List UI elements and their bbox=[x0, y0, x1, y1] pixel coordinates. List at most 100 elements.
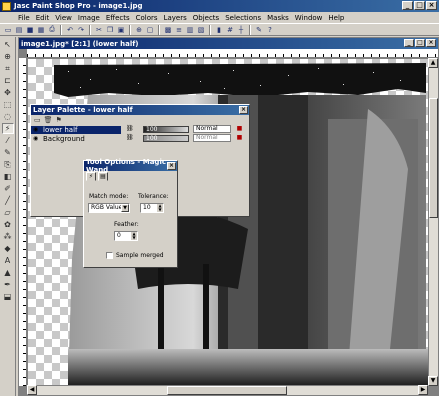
preset-shapes-tool-icon[interactable]: ▲ bbox=[2, 267, 14, 278]
zoom-tool-icon[interactable]: ⊕ bbox=[2, 51, 14, 62]
menu-window[interactable]: Window bbox=[295, 14, 323, 22]
eraser-tool-icon[interactable]: ▱ bbox=[2, 207, 14, 218]
horizontal-scroll-thumb[interactable] bbox=[167, 386, 287, 395]
draw-tool-icon[interactable]: ✒ bbox=[2, 279, 14, 290]
doc-minimize-button[interactable]: _ bbox=[404, 39, 414, 47]
spin-arrows-icon[interactable]: ▲ ▼ bbox=[131, 232, 137, 240]
dropper-tool-icon[interactable]: ⁄ bbox=[2, 135, 14, 146]
blend-mode-select[interactable]: Normal bbox=[193, 125, 231, 133]
clone-tool-icon[interactable]: ⎘ bbox=[2, 159, 14, 170]
close-button[interactable]: × bbox=[426, 1, 437, 10]
scroll-right-icon[interactable]: ▶ bbox=[418, 385, 428, 395]
scroll-down-icon[interactable]: ▼ bbox=[428, 376, 438, 386]
minimize-button[interactable]: _ bbox=[402, 1, 413, 10]
tab-tool-icon[interactable]: ⚡ bbox=[86, 172, 96, 181]
arrow-tool-icon[interactable]: ↖ bbox=[2, 39, 14, 50]
layer-row[interactable]: ◉ lower half ⛓ 100 Normal ■ bbox=[31, 125, 249, 134]
layer-properties-icon[interactable]: ⚑ bbox=[56, 116, 62, 124]
menu-image[interactable]: Image bbox=[78, 14, 100, 22]
doc-close-button[interactable]: × bbox=[426, 39, 436, 47]
flood-fill-tool-icon[interactable]: ◆ bbox=[2, 243, 14, 254]
visibility-icon[interactable]: ◉ bbox=[33, 126, 38, 133]
copy-icon[interactable]: ❐ bbox=[105, 25, 115, 35]
horizontal-scrollbar[interactable]: ◀ ▶ bbox=[27, 385, 428, 395]
blend-mode-select[interactable]: Normal bbox=[193, 134, 231, 142]
overview-icon[interactable]: ▥ bbox=[185, 25, 195, 35]
grid-icon[interactable]: # bbox=[225, 25, 235, 35]
scratch-remover-tool-icon[interactable]: ╱ bbox=[2, 195, 14, 206]
new-layer-icon[interactable]: ▭ bbox=[34, 116, 41, 124]
opacity-slider[interactable]: 100 bbox=[143, 126, 189, 133]
lock-icon[interactable]: ■ bbox=[235, 134, 244, 142]
help-icon[interactable]: ? bbox=[265, 25, 275, 35]
new-icon[interactable]: ▭ bbox=[3, 25, 13, 35]
layer-palette-titlebar[interactable]: Layer Palette - lower half × bbox=[31, 105, 249, 115]
print-icon[interactable]: ⎙ bbox=[47, 25, 57, 35]
object-selector-tool-icon[interactable]: ⬓ bbox=[2, 291, 14, 302]
delete-layer-icon[interactable]: 🗑 bbox=[44, 116, 53, 124]
magic-wand-tool-icon[interactable]: ⚡ bbox=[1, 123, 14, 134]
menu-selections[interactable]: Selections bbox=[225, 14, 261, 22]
menu-layers[interactable]: Layers bbox=[164, 14, 187, 22]
layer-row[interactable]: ◉ Background ⛓ 100 Normal ■ bbox=[31, 134, 249, 143]
save-icon[interactable]: ■ bbox=[25, 25, 35, 35]
feather-value: 0 bbox=[117, 232, 121, 239]
menu-masks[interactable]: Masks bbox=[267, 14, 289, 22]
picture-tube-tool-icon[interactable]: ✿ bbox=[2, 219, 14, 230]
deform-tool-icon[interactable]: ⌗ bbox=[2, 63, 14, 74]
menu-view[interactable]: View bbox=[55, 14, 72, 22]
crop-tool-icon[interactable]: ⊏ bbox=[2, 75, 14, 86]
scan-icon[interactable]: ▦ bbox=[36, 25, 46, 35]
text-tool-icon[interactable]: A bbox=[2, 255, 14, 266]
lasso-tool-icon[interactable]: ◌ bbox=[2, 111, 14, 122]
retouch-tool-icon[interactable]: ✐ bbox=[2, 183, 14, 194]
undo-icon[interactable]: ↶ bbox=[65, 25, 75, 35]
menu-edit[interactable]: Edit bbox=[36, 14, 50, 22]
paste-icon[interactable]: ▣ bbox=[116, 25, 126, 35]
maximize-button[interactable]: □ bbox=[414, 1, 425, 10]
brush-icon[interactable]: ✎ bbox=[254, 25, 264, 35]
open-icon[interactable]: ▤ bbox=[14, 25, 24, 35]
menu-effects[interactable]: Effects bbox=[106, 14, 130, 22]
layer-name[interactable]: Background bbox=[31, 135, 121, 143]
paintbrush-tool-icon[interactable]: ✎ bbox=[2, 147, 14, 158]
scroll-left-icon[interactable]: ◀ bbox=[27, 385, 37, 395]
mover-tool-icon[interactable]: ✥ bbox=[2, 87, 14, 98]
sample-merged-checkbox[interactable] bbox=[106, 252, 113, 259]
cut-icon[interactable]: ✂ bbox=[94, 25, 104, 35]
vertical-scroll-thumb[interactable] bbox=[429, 98, 438, 218]
redo-icon[interactable]: ↷ bbox=[76, 25, 86, 35]
tooloptions-icon[interactable]: ▧ bbox=[196, 25, 206, 35]
chevron-down-icon[interactable]: ▼ bbox=[121, 204, 129, 212]
color-replacer-tool-icon[interactable]: ◧ bbox=[2, 171, 14, 182]
tolerance-stepper[interactable]: 10 ▲ ▼ bbox=[140, 203, 164, 213]
airbrush-tool-icon[interactable]: ⁂ bbox=[2, 231, 14, 242]
layers-icon[interactable]: ≡ bbox=[174, 25, 184, 35]
layer-name[interactable]: lower half bbox=[31, 125, 121, 134]
tab-options-icon[interactable]: ▤ bbox=[98, 172, 108, 181]
zoom-icon[interactable]: ⊕ bbox=[134, 25, 144, 35]
scroll-up-icon[interactable]: ▲ bbox=[428, 58, 438, 68]
doc-maximize-button[interactable]: □ bbox=[415, 39, 425, 47]
menu-help[interactable]: Help bbox=[328, 14, 344, 22]
link-icon[interactable]: ⛓ bbox=[126, 125, 134, 132]
vertical-scrollbar[interactable]: ▲ ▼ bbox=[428, 58, 438, 386]
fullscreen-icon[interactable]: ▢ bbox=[145, 25, 155, 35]
menu-file[interactable]: File bbox=[18, 14, 30, 22]
guides-icon[interactable]: ┼ bbox=[236, 25, 246, 35]
feather-stepper[interactable]: 0 ▲ ▼ bbox=[114, 231, 138, 241]
spin-arrows-icon[interactable]: ▲ ▼ bbox=[157, 204, 163, 212]
lock-icon[interactable]: ■ bbox=[235, 125, 244, 133]
link-icon[interactable]: ⛓ bbox=[126, 134, 134, 141]
layer-palette-close-button[interactable]: × bbox=[239, 106, 248, 114]
match-mode-select[interactable]: RGB Value ▼ bbox=[88, 203, 130, 213]
tool-options-close-button[interactable]: × bbox=[167, 162, 176, 170]
selection-tool-icon[interactable]: ⬚ bbox=[2, 99, 14, 110]
palette-icon[interactable]: ▩ bbox=[163, 25, 173, 35]
menu-colors[interactable]: Colors bbox=[136, 14, 158, 22]
histogram-icon[interactable]: ▮ bbox=[214, 25, 224, 35]
opacity-slider[interactable]: 100 bbox=[143, 135, 189, 142]
visibility-icon[interactable]: ◉ bbox=[33, 135, 38, 142]
menu-objects[interactable]: Objects bbox=[193, 14, 219, 22]
tool-options-titlebar[interactable]: Tool Options - Magic Wand × bbox=[84, 158, 177, 174]
